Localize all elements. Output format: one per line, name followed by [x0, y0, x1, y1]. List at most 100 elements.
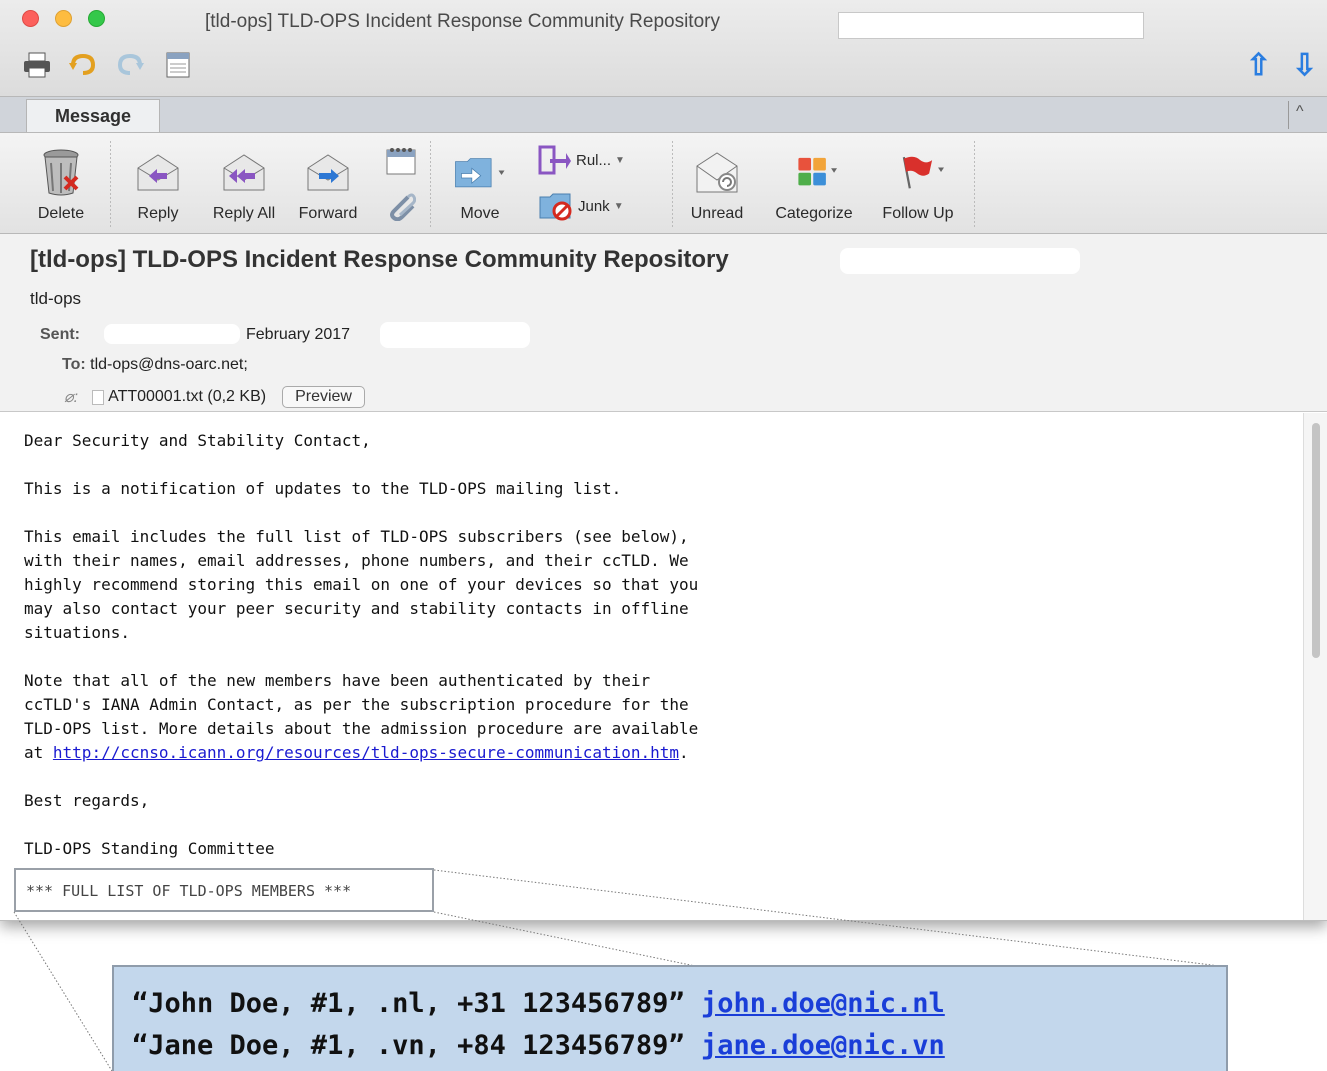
calendar-icon[interactable]	[163, 50, 193, 80]
minimize-window-button[interactable]	[55, 10, 72, 27]
move-label: Move	[460, 205, 500, 222]
reply-all-button[interactable]: Reply All	[204, 135, 284, 233]
body-line: may also contact your peer security and …	[24, 599, 689, 618]
forward-label: Forward	[298, 205, 358, 222]
move-button[interactable]: Move	[442, 135, 518, 233]
next-message-icon[interactable]: ⇩	[1292, 48, 1317, 83]
rules-button[interactable]: Rul... ▼	[538, 145, 625, 175]
message-sender[interactable]: tld-ops	[30, 289, 81, 309]
file-icon	[92, 389, 105, 405]
body-line: TLD-OPS list. More details about the adm…	[24, 719, 699, 738]
title-bar: [tld-ops] TLD-OPS Incident Response Comm…	[0, 0, 1327, 96]
trash-icon	[35, 145, 87, 199]
forward-button[interactable]: Forward	[292, 135, 364, 233]
reply-button[interactable]: Reply	[126, 135, 190, 233]
body-regards: Best regards,	[24, 791, 150, 810]
body-signature: TLD-OPS Standing Committee	[24, 839, 275, 858]
zoomed-member-list: “John Doe, #1, .nl, +31 123456789” john.…	[112, 965, 1228, 1071]
chevron-down-icon: ▼	[613, 200, 624, 212]
close-window-button[interactable]	[22, 10, 39, 27]
follow-up-label: Follow Up	[882, 205, 954, 222]
member-email-link[interactable]: john.doe@nic.nl	[701, 988, 945, 1019]
maximize-window-button[interactable]	[88, 10, 105, 27]
member-entry: “John Doe, #1, .nl, +31 123456789” john.…	[132, 983, 1226, 1025]
rules-icon	[538, 145, 571, 175]
body-line: Note that all of the new members have be…	[24, 671, 651, 690]
categorize-icon	[788, 145, 840, 199]
delete-label: Delete	[37, 205, 85, 222]
body-line: at http://ccnso.icann.org/resources/tld-…	[24, 741, 689, 765]
redo-icon[interactable]	[115, 50, 145, 80]
undo-icon[interactable]	[68, 50, 98, 80]
reply-all-icon	[218, 145, 270, 199]
body-line: highly recommend storing this email on o…	[24, 575, 699, 594]
unread-envelope-icon	[691, 145, 743, 199]
chevron-up-icon[interactable]: ^	[1296, 103, 1304, 121]
body-line: ccTLD's IANA Admin Contact, as per the s…	[24, 695, 689, 714]
ribbon-toolbar: Delete Reply Reply All Forward Move Rul.…	[0, 132, 1327, 234]
to-recipient[interactable]: tld-ops@dns-oarc.net;	[90, 356, 248, 373]
attachment-icon[interactable]	[386, 191, 416, 221]
categorize-button[interactable]: Categorize	[766, 135, 862, 233]
delete-button[interactable]: Delete	[26, 135, 96, 233]
tabrow-divider	[1288, 101, 1289, 129]
body-greeting: Dear Security and Stability Contact,	[24, 431, 371, 450]
move-folder-icon	[454, 145, 506, 199]
body-line: This email includes the full list of TLD…	[24, 527, 689, 546]
sent-label: Sent:	[40, 326, 80, 343]
forward-icon	[302, 145, 354, 199]
attachment-row: ⌀: ATT00001.txt (0,2 KB) Preview	[64, 386, 365, 408]
link-suffix: .	[679, 743, 689, 762]
preview-button[interactable]: Preview	[282, 386, 365, 408]
junk-label: Junk	[578, 197, 610, 215]
sent-row: Sent:	[40, 326, 80, 344]
unread-label: Unread	[690, 205, 744, 222]
junk-icon	[539, 193, 572, 221]
admission-procedure-link[interactable]: http://ccnso.icann.org/resources/tld-ops…	[53, 743, 679, 762]
rules-label: Rul...	[576, 151, 612, 169]
reply-icon	[132, 145, 184, 199]
flag-icon	[892, 145, 944, 199]
redaction-mark	[840, 248, 1080, 274]
ribbon-divider	[110, 141, 111, 227]
to-row: To: tld-ops@dns-oarc.net;	[62, 356, 248, 374]
junk-button[interactable]: Junk ▼	[538, 191, 624, 221]
message-body: Dear Security and Stability Contact, Thi…	[0, 413, 1303, 920]
ribbon-divider	[974, 141, 975, 227]
previous-message-icon[interactable]: ⇧	[1246, 48, 1271, 83]
message-header: [tld-ops] TLD-OPS Incident Response Comm…	[0, 234, 1327, 412]
member-details: “John Doe, #1, .nl, +31 123456789”	[132, 988, 685, 1019]
link-prefix: at	[24, 743, 53, 762]
body-line: with their names, email addresses, phone…	[24, 551, 689, 570]
meeting-reply-icon[interactable]	[386, 147, 416, 175]
message-subject: [tld-ops] TLD-OPS Incident Response Comm…	[30, 246, 729, 273]
to-label: To:	[62, 356, 86, 373]
unread-button[interactable]: Unread	[682, 135, 752, 233]
member-entry: “Jane Doe, #1, .vn, +84 123456789” jane.…	[132, 1025, 1226, 1067]
reply-all-label: Reply All	[212, 205, 276, 222]
redaction-mark	[104, 324, 240, 344]
categorize-label: Categorize	[775, 205, 853, 222]
ribbon-divider	[672, 141, 673, 227]
member-details: “Jane Doe, #1, .vn, +84 123456789”	[132, 1030, 685, 1061]
members-heading-highlight: *** FULL LIST OF TLD-OPS MEMBERS ***	[14, 868, 434, 912]
mail-window: [tld-ops] TLD-OPS Incident Response Comm…	[0, 0, 1327, 921]
chevron-down-icon: ▼	[615, 154, 625, 166]
attachment-filename[interactable]: ATT00001.txt (0,2 KB)	[108, 388, 266, 406]
paperclip-icon: ⌀:	[64, 389, 79, 406]
vertical-scrollbar[interactable]	[1303, 413, 1327, 920]
redacted-title-field	[838, 12, 1144, 39]
scrollbar-thumb[interactable]	[1312, 423, 1320, 658]
ribbon-divider	[430, 141, 431, 227]
window-title: [tld-ops] TLD-OPS Incident Response Comm…	[205, 11, 720, 32]
ribbon-tab-row: Message ^	[0, 96, 1327, 133]
tab-message[interactable]: Message	[26, 99, 160, 133]
print-icon[interactable]	[22, 50, 52, 80]
reply-label: Reply	[137, 205, 179, 222]
body-line: situations.	[24, 623, 130, 642]
body-paragraph: This is a notification of updates to the…	[24, 479, 622, 498]
redaction-mark	[380, 322, 530, 348]
follow-up-button[interactable]: Follow Up	[870, 135, 966, 233]
sent-value: February 2017	[246, 326, 351, 343]
member-email-link[interactable]: jane.doe@nic.vn	[701, 1030, 945, 1061]
